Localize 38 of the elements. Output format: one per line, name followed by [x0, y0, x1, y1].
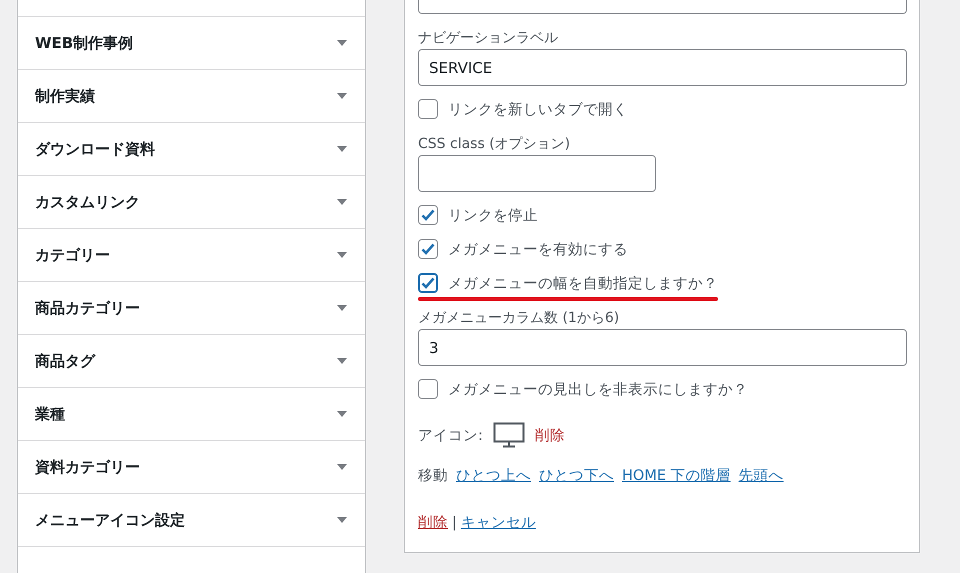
- accordion-section[interactable]: 資料カテゴリー: [18, 441, 365, 494]
- accordion-section[interactable]: メニューアイコン設定: [18, 494, 365, 547]
- remove-icon-link[interactable]: 削除: [534, 426, 565, 444]
- checkbox-label: メガメニューの見出しを非表示にしますか？: [448, 380, 748, 398]
- move-link[interactable]: ひとつ下へ: [539, 466, 614, 485]
- field-label: メガメニューカラム数 (1から6): [418, 309, 620, 328]
- monitor-icon: [492, 422, 525, 448]
- checkbox-label: メガメニューの幅を自動指定しますか？: [448, 274, 718, 292]
- separator: |: [452, 514, 457, 530]
- icon-label: アイコン:: [418, 426, 483, 444]
- move-link[interactable]: HOME 下の階層: [622, 466, 731, 485]
- field-label: CSS class (オプション): [418, 135, 572, 154]
- accordion-section[interactable]: 業種: [18, 388, 365, 441]
- accordion-section[interactable]: 制作実績: [18, 70, 365, 123]
- accordion-section[interactable]: 商品カテゴリー: [18, 282, 365, 335]
- field-label: ナビゲーションラベル: [418, 29, 559, 48]
- accordion-section[interactable]: 商品タグ: [18, 335, 365, 388]
- accordion-section[interactable]: カスタムリンク: [18, 176, 365, 229]
- checkbox-label: リンクを新しいタブで開く: [448, 100, 628, 118]
- move-link[interactable]: ひとつ上へ: [456, 466, 531, 485]
- checkbox[interactable]: [418, 99, 438, 119]
- checkbox[interactable]: [418, 379, 438, 399]
- cancel-link[interactable]: キャンセル: [460, 513, 536, 532]
- accordion-section[interactable]: カテゴリー: [18, 229, 365, 282]
- move-link[interactable]: 先頭へ: [738, 466, 784, 485]
- checkbox-label: メガメニューを有効にする: [448, 240, 628, 258]
- checkbox-label: リンクを停止: [448, 206, 538, 224]
- checkbox[interactable]: [418, 205, 438, 225]
- text-field[interactable]: 3: [418, 329, 907, 366]
- accordion-section[interactable]: ダウンロード資料: [18, 123, 365, 176]
- text-field[interactable]: [418, 155, 656, 192]
- checkbox[interactable]: [418, 273, 438, 293]
- delete-link[interactable]: 削除: [418, 513, 448, 532]
- accordion-section[interactable]: WEB制作事例: [18, 17, 365, 70]
- move-label: 移動: [418, 467, 448, 485]
- checkbox[interactable]: [418, 239, 438, 259]
- text-field[interactable]: SERVICE: [418, 49, 907, 86]
- text-field[interactable]: [418, 0, 907, 14]
